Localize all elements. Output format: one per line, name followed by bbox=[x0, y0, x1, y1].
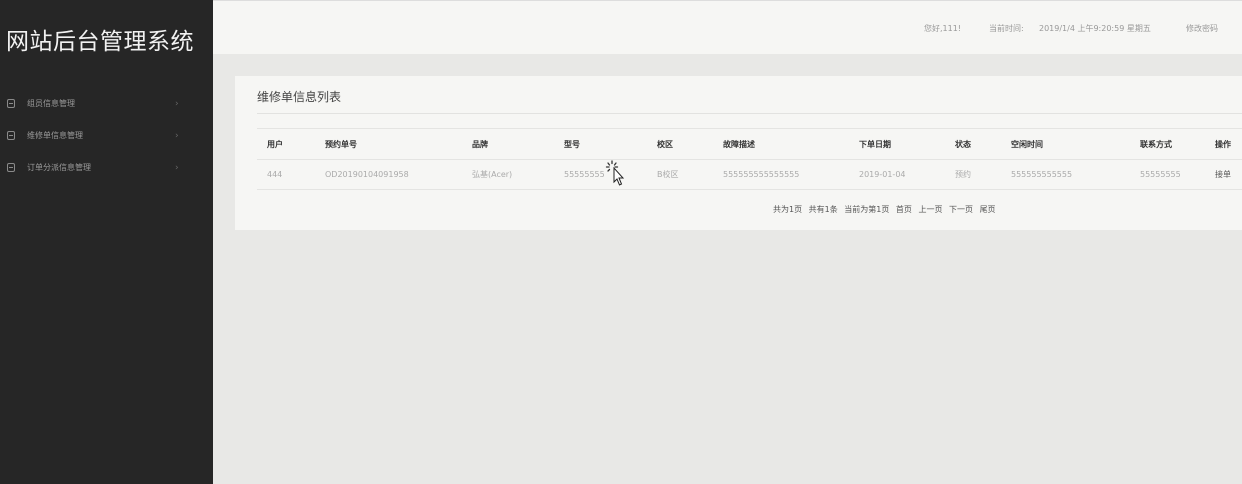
pager-total-pages: 共为1页 bbox=[773, 205, 803, 214]
pager-current-page: 当前为第1页 bbox=[844, 205, 890, 214]
page-title: 维修单信息列表 bbox=[257, 90, 342, 104]
accept-order-button[interactable]: 接单 bbox=[1205, 159, 1242, 190]
current-time-value: 2019/1/4 上午9:20:59 星期五 bbox=[1039, 24, 1151, 33]
chevron-right-icon: › bbox=[175, 163, 179, 173]
busy-cursor-icon bbox=[605, 160, 625, 186]
list-icon bbox=[7, 163, 15, 172]
column-header-status: 状态 bbox=[945, 128, 1001, 160]
pager-total-records: 共有1条 bbox=[808, 205, 838, 214]
sidebar: 网站后台管理系统 组员信息管理 › 维修单信息管理 › 订单分派信息管理 › bbox=[0, 0, 213, 484]
sidebar-item-label: 维修单信息管理 bbox=[27, 131, 83, 140]
chevron-right-icon: › bbox=[175, 99, 179, 109]
pager-last-link[interactable]: 尾页 bbox=[980, 205, 996, 214]
change-password-link[interactable]: 修改密码 bbox=[1186, 23, 1218, 34]
repair-order-panel: 维修单信息列表 用户 预约单号 品牌 型号 校区 故障描述 下单日期 状态 空闲… bbox=[235, 76, 1242, 230]
app-title: 网站后台管理系统 bbox=[6, 29, 194, 55]
pager-first-link[interactable]: 首页 bbox=[896, 205, 912, 214]
cell-user: 444 bbox=[257, 159, 315, 190]
sidebar-item-label: 订单分派信息管理 bbox=[27, 163, 91, 172]
column-header-model: 型号 bbox=[554, 128, 647, 160]
column-header-contact: 联系方式 bbox=[1130, 128, 1205, 160]
sidebar-nav: 组员信息管理 › 维修单信息管理 › 订单分派信息管理 › bbox=[0, 94, 213, 190]
cell-status: 预约 bbox=[945, 159, 1001, 190]
divider bbox=[257, 113, 1242, 114]
user-greeting: 您好,111! bbox=[924, 24, 962, 33]
list-icon bbox=[7, 99, 15, 108]
cell-order-date: 2019-01-04 bbox=[849, 159, 945, 190]
pager-prev-link[interactable]: 上一页 bbox=[918, 205, 942, 214]
current-time-label: 当前时间: bbox=[989, 24, 1024, 33]
column-header-order-date: 下单日期 bbox=[849, 128, 945, 160]
column-header-brand: 品牌 bbox=[462, 128, 554, 160]
cell-contact: 55555555 bbox=[1130, 159, 1205, 190]
cell-campus: B校区 bbox=[647, 159, 713, 190]
table-header-row: 用户 预约单号 品牌 型号 校区 故障描述 下单日期 状态 空闲时间 联系方式 … bbox=[257, 128, 1242, 160]
column-header-campus: 校区 bbox=[647, 128, 713, 160]
cell-order-no: OD20190104091958 bbox=[315, 159, 462, 190]
pager-next-link[interactable]: 下一页 bbox=[949, 205, 973, 214]
repair-order-table: 用户 预约单号 品牌 型号 校区 故障描述 下单日期 状态 空闲时间 联系方式 … bbox=[257, 128, 1242, 190]
table-row: 444 OD20190104091958 弘基(Acer) 55555555 B… bbox=[257, 159, 1242, 190]
column-header-action: 操作 bbox=[1205, 128, 1242, 160]
cell-brand: 弘基(Acer) bbox=[462, 159, 554, 190]
column-header-user: 用户 bbox=[257, 128, 315, 160]
column-header-free-time: 空闲时间 bbox=[1001, 128, 1130, 160]
sidebar-item-label: 组员信息管理 bbox=[27, 99, 75, 108]
pagination: 共为1页 共有1条 当前为第1页 首页 上一页 下一页 尾页 bbox=[773, 204, 1000, 215]
top-bar: 您好,111! 当前时间: 2019/1/4 上午9:20:59 星期五 修改密… bbox=[213, 0, 1242, 54]
column-header-fault: 故障描述 bbox=[713, 128, 849, 160]
cell-fault: 555555555555555 bbox=[713, 159, 849, 190]
cell-free-time: 555555555555 bbox=[1001, 159, 1130, 190]
sidebar-item-member-management[interactable]: 组员信息管理 › bbox=[0, 94, 213, 126]
sidebar-item-order-dispatch-management[interactable]: 订单分派信息管理 › bbox=[0, 158, 213, 190]
cell-model: 55555555 bbox=[554, 159, 647, 190]
sidebar-item-repair-order-management[interactable]: 维修单信息管理 › bbox=[0, 126, 213, 158]
chevron-right-icon: › bbox=[175, 131, 179, 141]
list-icon bbox=[7, 131, 15, 140]
column-header-order-no: 预约单号 bbox=[315, 128, 462, 160]
